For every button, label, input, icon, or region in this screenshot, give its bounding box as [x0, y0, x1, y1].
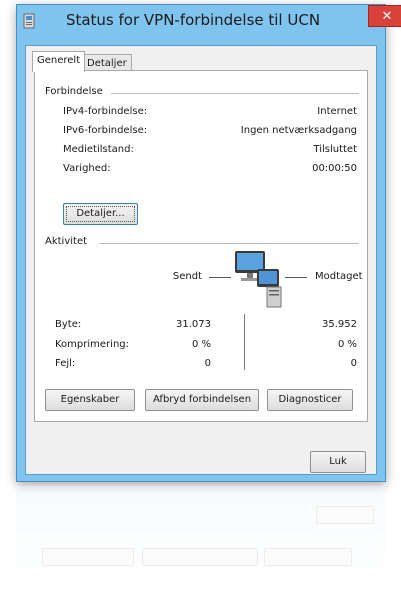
section-divider — [99, 243, 359, 244]
duration-value: 00:00:50 — [312, 163, 357, 174]
ipv6-value: Ingen netværksadgang — [240, 125, 357, 136]
section-heading-connection: Forbindelse — [45, 86, 103, 97]
tab-panel-generelt: Forbindelse IPv4-forbindelse: Internet I… — [34, 70, 368, 422]
section-heading-activity: Aktivitet — [45, 236, 88, 247]
tab-generelt[interactable]: Generelt — [32, 51, 86, 72]
status-dialog: Status for VPN-forbindelse til UCN ✕ Gen… — [16, 4, 401, 482]
ipv4-value: Internet — [317, 106, 357, 117]
errors-received-value: 0 — [350, 358, 357, 369]
window-title: Status for VPN-forbindelse til UCN — [65, 11, 321, 29]
ipv6-label: IPv6-forbindelse: — [63, 125, 148, 136]
close-window-button[interactable]: ✕ — [368, 5, 401, 27]
diagnose-button[interactable]: Diagnosticer — [267, 389, 353, 411]
section-divider — [111, 93, 359, 94]
received-label: Modtaget — [315, 271, 363, 282]
media-state-value: Tilsluttet — [313, 144, 357, 155]
title-bar[interactable]: Status for VPN-forbindelse til UCN — [17, 5, 385, 37]
sent-label: Sendt — [172, 271, 202, 282]
ipv4-label: IPv4-forbindelse: — [63, 106, 148, 117]
errors-sent-value: 0 — [204, 358, 211, 369]
dialog-client-area: Generelt Detaljer Forbindelse IPv4-forbi… — [25, 45, 377, 475]
window-reflection — [16, 486, 386, 610]
network-computers-icon — [235, 251, 282, 308]
duration-label: Varighed: — [63, 163, 111, 174]
bytes-sent-value: 31.073 — [176, 319, 211, 330]
network-app-icon — [23, 13, 35, 29]
close-icon: ✕ — [381, 9, 393, 24]
reflection-disconnect-button — [142, 548, 258, 566]
reflection-diagnose-button — [264, 548, 352, 566]
reflection-close-button — [316, 506, 374, 524]
media-state-label: Medietilstand: — [63, 144, 134, 155]
sent-received-divider — [244, 314, 245, 370]
bytes-label: Byte: — [55, 319, 82, 330]
errors-label: Fejl: — [55, 358, 76, 369]
reflection-properties-button — [42, 548, 134, 566]
sent-connector-line — [209, 277, 231, 278]
received-connector-line — [285, 277, 307, 278]
close-button[interactable]: Luk — [310, 451, 366, 473]
compression-label: Komprimering: — [55, 339, 129, 350]
properties-button[interactable]: Egenskaber — [45, 389, 135, 411]
details-button[interactable]: Detaljer... — [63, 203, 138, 225]
compression-received-value: 0 % — [337, 339, 357, 350]
compression-sent-value: 0 % — [191, 339, 211, 350]
disconnect-button[interactable]: Afbryd forbindelsen — [145, 389, 259, 411]
bytes-received-value: 35.952 — [322, 319, 357, 330]
